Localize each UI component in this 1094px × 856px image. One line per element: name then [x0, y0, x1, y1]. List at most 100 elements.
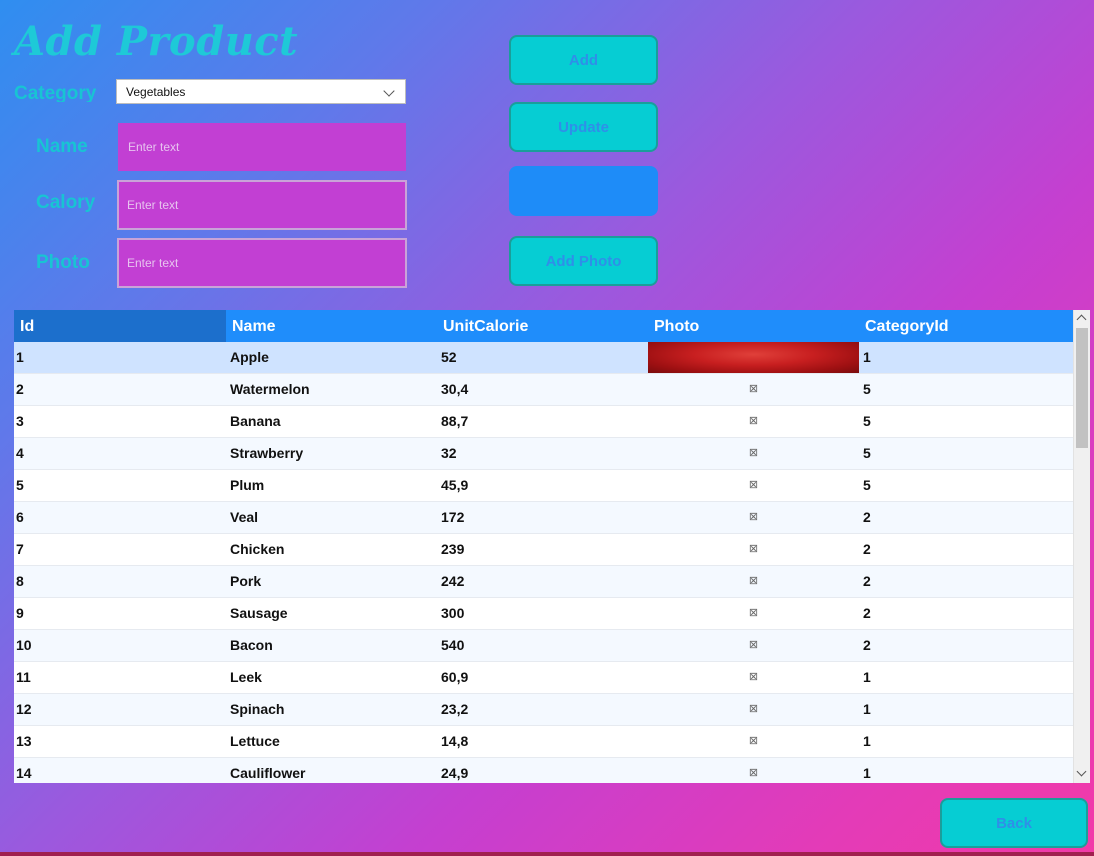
- column-header-id[interactable]: Id: [14, 310, 226, 342]
- cell-categoryid: 5: [863, 445, 871, 461]
- broken-image-icon: ⊠: [748, 607, 759, 619]
- update-button[interactable]: Update: [509, 102, 658, 152]
- column-header-name[interactable]: Name: [226, 310, 437, 342]
- name-label: Name: [36, 136, 88, 157]
- table-row[interactable]: 5 Plum 45,9 ⊠ 5: [14, 470, 1073, 502]
- broken-image-icon: ⊠: [748, 703, 759, 715]
- cell-photo: ⊠: [648, 726, 859, 757]
- grid-rows: 1 Apple 52 1 2 Watermelon 30,4 ⊠ 5 3 Banana 88,7 ⊠ 5 4…: [14, 342, 1073, 783]
- scroll-up-icon[interactable]: [1076, 314, 1087, 325]
- broken-image-icon: ⊠: [748, 767, 759, 779]
- cell-photo: ⊠: [648, 374, 859, 405]
- cell-unitcalorie: 300: [441, 605, 465, 621]
- scrollbar-thumb[interactable]: [1076, 328, 1088, 448]
- table-row[interactable]: 11 Leek 60,9 ⊠ 1: [14, 662, 1073, 694]
- calory-input[interactable]: [117, 180, 407, 230]
- cell-id: 11: [16, 669, 31, 685]
- cell-categoryid: 5: [863, 477, 871, 493]
- blank-button[interactable]: [509, 166, 658, 216]
- cell-id: 9: [16, 605, 24, 621]
- cell-categoryid: 5: [863, 381, 871, 397]
- category-selected-value: Vegetables: [126, 85, 186, 99]
- apple-photo-thumbnail: [648, 342, 859, 373]
- table-row[interactable]: 1 Apple 52 1: [14, 342, 1073, 374]
- table-row[interactable]: 13 Lettuce 14,8 ⊠ 1: [14, 726, 1073, 758]
- cell-name: Strawberry: [230, 445, 304, 461]
- cell-categoryid: 2: [863, 573, 871, 589]
- cell-name: Lettuce: [230, 733, 280, 749]
- table-row[interactable]: 2 Watermelon 30,4 ⊠ 5: [14, 374, 1073, 406]
- cell-categoryid: 1: [863, 701, 871, 717]
- column-header-unitcalorie[interactable]: UnitCalorie: [437, 310, 648, 342]
- broken-image-icon: ⊠: [748, 383, 759, 395]
- table-row[interactable]: 4 Strawberry 32 ⊠ 5: [14, 438, 1073, 470]
- cell-unitcalorie: 540: [441, 637, 465, 653]
- cell-id: 8: [16, 573, 24, 589]
- cell-name: Bacon: [230, 637, 273, 653]
- cell-unitcalorie: 14,8: [441, 733, 469, 749]
- cell-unitcalorie: 32: [441, 445, 457, 461]
- photo-label: Photo: [36, 252, 90, 273]
- add-button[interactable]: Add: [509, 35, 658, 85]
- table-row[interactable]: 10 Bacon 540 ⊠ 2: [14, 630, 1073, 662]
- cell-id: 14: [16, 765, 32, 781]
- cell-photo: ⊠: [648, 758, 859, 783]
- broken-image-icon: ⊠: [748, 639, 759, 651]
- calory-label: Calory: [36, 192, 96, 213]
- broken-image-icon: ⊠: [748, 415, 759, 427]
- products-grid[interactable]: Id Name UnitCalorie Photo CategoryId 1 Ap…: [14, 310, 1090, 783]
- table-row[interactable]: 8 Pork 242 ⊠ 2: [14, 566, 1073, 598]
- table-row[interactable]: 14 Cauliflower 24,9 ⊠ 1: [14, 758, 1073, 783]
- column-header-categoryid[interactable]: CategoryId: [859, 310, 1070, 342]
- cell-id: 3: [16, 413, 24, 429]
- column-header-photo[interactable]: Photo: [648, 310, 859, 342]
- cell-photo: ⊠: [648, 662, 859, 693]
- cell-photo: ⊠: [648, 438, 859, 469]
- cell-photo: [648, 342, 859, 373]
- table-row[interactable]: 3 Banana 88,7 ⊠ 5: [14, 406, 1073, 438]
- cell-categoryid: 1: [863, 669, 871, 685]
- table-row[interactable]: 7 Chicken 239 ⊠ 2: [14, 534, 1073, 566]
- cell-name: Watermelon: [230, 381, 310, 397]
- back-button[interactable]: Back: [940, 798, 1088, 848]
- cell-photo: ⊠: [648, 406, 859, 437]
- cell-name: Chicken: [230, 541, 285, 557]
- broken-image-icon: ⊠: [748, 575, 759, 587]
- cell-name: Apple: [230, 349, 269, 365]
- cell-id: 2: [16, 381, 24, 397]
- cell-categoryid: 2: [863, 541, 871, 557]
- cell-photo: ⊠: [648, 502, 859, 533]
- broken-image-icon: ⊠: [748, 735, 759, 747]
- cell-photo: ⊠: [648, 598, 859, 629]
- cell-unitcalorie: 52: [441, 349, 457, 365]
- category-label: Category: [14, 83, 97, 102]
- cell-photo: ⊠: [648, 470, 859, 501]
- cell-unitcalorie: 242: [441, 573, 465, 589]
- grid-header: Id Name UnitCalorie Photo CategoryId: [14, 310, 1073, 342]
- cell-id: 1: [16, 349, 24, 365]
- cell-name: Cauliflower: [230, 765, 306, 781]
- table-row[interactable]: 12 Spinach 23,2 ⊠ 1: [14, 694, 1073, 726]
- cell-name: Leek: [230, 669, 262, 685]
- vertical-scrollbar[interactable]: [1073, 310, 1090, 783]
- cell-photo: ⊠: [648, 566, 859, 597]
- broken-image-icon: ⊠: [748, 511, 759, 523]
- cell-unitcalorie: 30,4: [441, 381, 469, 397]
- cell-photo: ⊠: [648, 630, 859, 661]
- cell-name: Pork: [230, 573, 262, 589]
- category-combobox[interactable]: Vegetables: [116, 79, 406, 104]
- table-row[interactable]: 9 Sausage 300 ⊠ 2: [14, 598, 1073, 630]
- table-row[interactable]: 6 Veal 172 ⊠ 2: [14, 502, 1073, 534]
- scroll-down-icon[interactable]: [1076, 766, 1087, 777]
- photo-input[interactable]: [117, 238, 407, 288]
- broken-image-icon: ⊠: [748, 671, 759, 683]
- cell-unitcalorie: 24,9: [441, 765, 469, 781]
- broken-image-icon: ⊠: [748, 479, 759, 491]
- cell-id: 13: [16, 733, 32, 749]
- cell-unitcalorie: 172: [441, 509, 465, 525]
- name-input[interactable]: [118, 123, 406, 171]
- page-title: Add Product: [14, 18, 299, 65]
- add-photo-button[interactable]: Add Photo: [509, 236, 658, 286]
- cell-categoryid: 1: [863, 349, 871, 365]
- cell-categoryid: 2: [863, 509, 871, 525]
